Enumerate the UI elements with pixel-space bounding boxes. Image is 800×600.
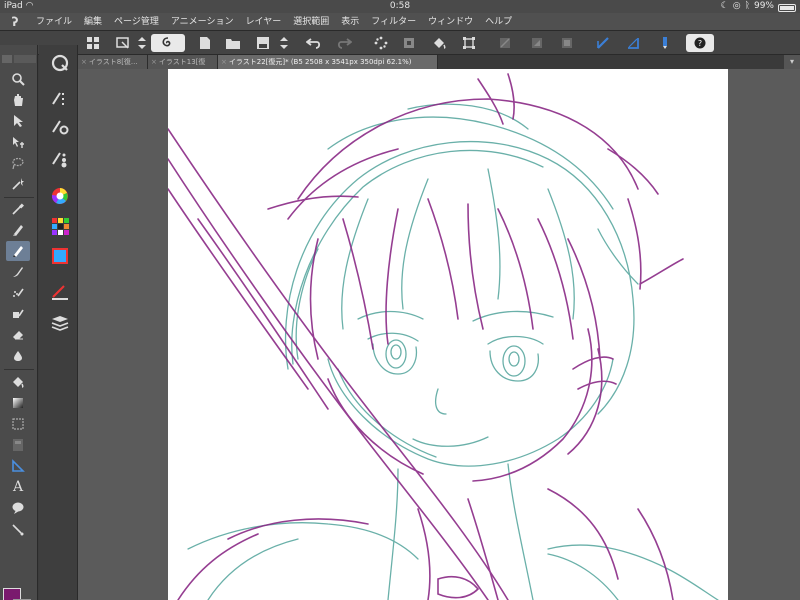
save-icon[interactable] <box>254 34 272 52</box>
transform-icon[interactable] <box>460 34 478 52</box>
canvas-area[interactable] <box>78 69 800 600</box>
figure-tool-icon[interactable] <box>6 414 30 434</box>
sketch-drawing <box>168 73 719 600</box>
menu-filter[interactable]: フィルター <box>365 13 422 31</box>
menu-edit[interactable]: 編集 <box>78 13 108 31</box>
deselect-icon[interactable] <box>372 34 390 52</box>
new-file-icon[interactable] <box>196 34 214 52</box>
document-tabs: × イラスト8[復... × イラスト13[復 × イラスト22[復元]* (B… <box>78 55 800 69</box>
snap-grid-icon[interactable] <box>558 34 576 52</box>
color-set-icon[interactable] <box>49 215 71 237</box>
operation-tool-icon[interactable] <box>6 111 30 131</box>
text-tool-glyph: A <box>12 479 24 495</box>
battery-icon <box>778 3 796 12</box>
tab-scroll-chevron-down-icon[interactable]: ▾ <box>784 55 800 69</box>
snap-special-ruler-icon[interactable] <box>528 34 546 52</box>
battery-fill <box>780 5 794 10</box>
menu-selection[interactable]: 選択範囲 <box>287 13 335 31</box>
fill-icon[interactable] <box>430 34 448 52</box>
grid-layout-icon[interactable] <box>84 34 102 52</box>
menu-window[interactable]: ウィンドウ <box>422 13 479 31</box>
move-layer-icon[interactable] <box>6 132 30 152</box>
window-select-icon[interactable] <box>114 34 132 52</box>
tab-document-2[interactable]: × イラスト13[復 <box>148 55 218 69</box>
perspective-ruler-icon[interactable] <box>624 34 642 52</box>
color-history-icon[interactable] <box>49 245 71 267</box>
lasso-tool-icon[interactable] <box>6 153 30 173</box>
frame-border-icon[interactable] <box>6 435 30 455</box>
tab-label: イラスト22[復元]* (B5 2508 x 3541px 350dpi 62.… <box>228 58 412 66</box>
eraser-tool-icon[interactable] <box>6 325 30 345</box>
balloon-tool-icon[interactable] <box>6 498 30 518</box>
stepper-updown-icon-2[interactable] <box>278 34 290 52</box>
quick-access-icon[interactable] <box>49 52 71 74</box>
svg-text:?: ? <box>698 39 702 48</box>
tab-document-1[interactable]: × イラスト8[復... <box>78 55 148 69</box>
eyedropper-icon[interactable] <box>6 199 30 219</box>
fill-tool-icon[interactable] <box>6 372 30 392</box>
battery-percent: 99% <box>753 1 774 11</box>
command-bar: ? <box>0 31 800 55</box>
menu-layer[interactable]: レイヤー <box>240 13 288 31</box>
close-icon[interactable]: × <box>151 55 157 69</box>
tab-label: イラスト13[復 <box>158 58 206 66</box>
palette-bar <box>39 45 78 600</box>
palette-header <box>0 49 38 63</box>
blend-tool-icon[interactable] <box>6 346 30 366</box>
correct-line-icon[interactable] <box>6 519 30 539</box>
help-icon[interactable]: ? <box>686 34 714 52</box>
tool-separator-2 <box>4 369 34 370</box>
menu-page-management[interactable]: ページ管理 <box>108 13 165 31</box>
ruler-tool-icon[interactable] <box>594 34 612 52</box>
sub-tool-icon[interactable] <box>49 88 71 110</box>
gradient-tool-icon[interactable] <box>6 393 30 413</box>
menu-bar: ʔ ファイル 編集 ページ管理 アニメーション レイヤー 選択範囲 表示 フィル… <box>0 13 800 31</box>
moon-icon: ☾ <box>720 1 729 11</box>
status-right: ☾ ◎ ᚱ 99% <box>721 0 796 13</box>
rotation-lock-icon: ◎ <box>732 1 741 11</box>
menu-file[interactable]: ファイル <box>30 13 78 31</box>
bluetooth-icon: ᚱ <box>744 1 750 11</box>
brush-size-icon[interactable] <box>49 148 71 170</box>
ios-status-bar: iPad ◠ 0:58 ☾ ◎ ᚱ 99% <box>0 0 800 13</box>
airbrush-tool-icon[interactable] <box>6 283 30 303</box>
close-icon[interactable]: × <box>81 55 87 69</box>
decoration-tool-icon[interactable] <box>6 304 30 324</box>
layer-property-icon[interactable] <box>49 282 71 304</box>
tool-property-icon[interactable] <box>49 116 71 138</box>
undo-icon[interactable] <box>304 34 324 52</box>
companion-mode-icon[interactable] <box>151 34 185 52</box>
status-time: 0:58 <box>389 1 411 11</box>
invert-selection-icon[interactable] <box>400 34 418 52</box>
hand-tool-icon[interactable] <box>6 90 30 110</box>
canvas-paper[interactable] <box>168 69 728 600</box>
ruler-tool-icon-left[interactable] <box>6 456 30 476</box>
stepper-updown-icon[interactable] <box>136 34 148 52</box>
layer-icon[interactable] <box>49 312 71 334</box>
zoom-tool-icon[interactable] <box>6 69 30 89</box>
text-tool-icon[interactable]: A <box>6 477 30 497</box>
brush-tool-icon[interactable] <box>6 262 30 282</box>
tool-palette: A <box>0 45 38 600</box>
tab-document-active[interactable]: × イラスト22[復元]* (B5 2508 x 3541px 350dpi 6… <box>218 55 438 69</box>
app-logo-icon[interactable]: ʔ <box>0 13 30 31</box>
tab-label: イラスト8[復... <box>88 58 138 66</box>
menu-view[interactable]: 表示 <box>335 13 365 31</box>
auto-select-icon[interactable] <box>6 174 30 194</box>
menu-help[interactable]: ヘルプ <box>479 13 518 31</box>
tool-separator <box>4 197 34 198</box>
color-wheel-icon[interactable] <box>49 185 71 207</box>
ruler-snap-icon[interactable] <box>496 34 514 52</box>
pencil-tool-icon[interactable] <box>6 241 30 261</box>
pen-tool-icon[interactable] <box>6 220 30 240</box>
close-icon[interactable]: × <box>221 55 227 69</box>
redo-icon[interactable] <box>334 34 354 52</box>
pen-pressure-icon[interactable] <box>656 34 674 52</box>
open-folder-icon[interactable] <box>224 34 242 52</box>
app-window: { "status": { "device": "iPad", "time": … <box>0 0 800 600</box>
menu-animation[interactable]: アニメーション <box>165 13 240 31</box>
